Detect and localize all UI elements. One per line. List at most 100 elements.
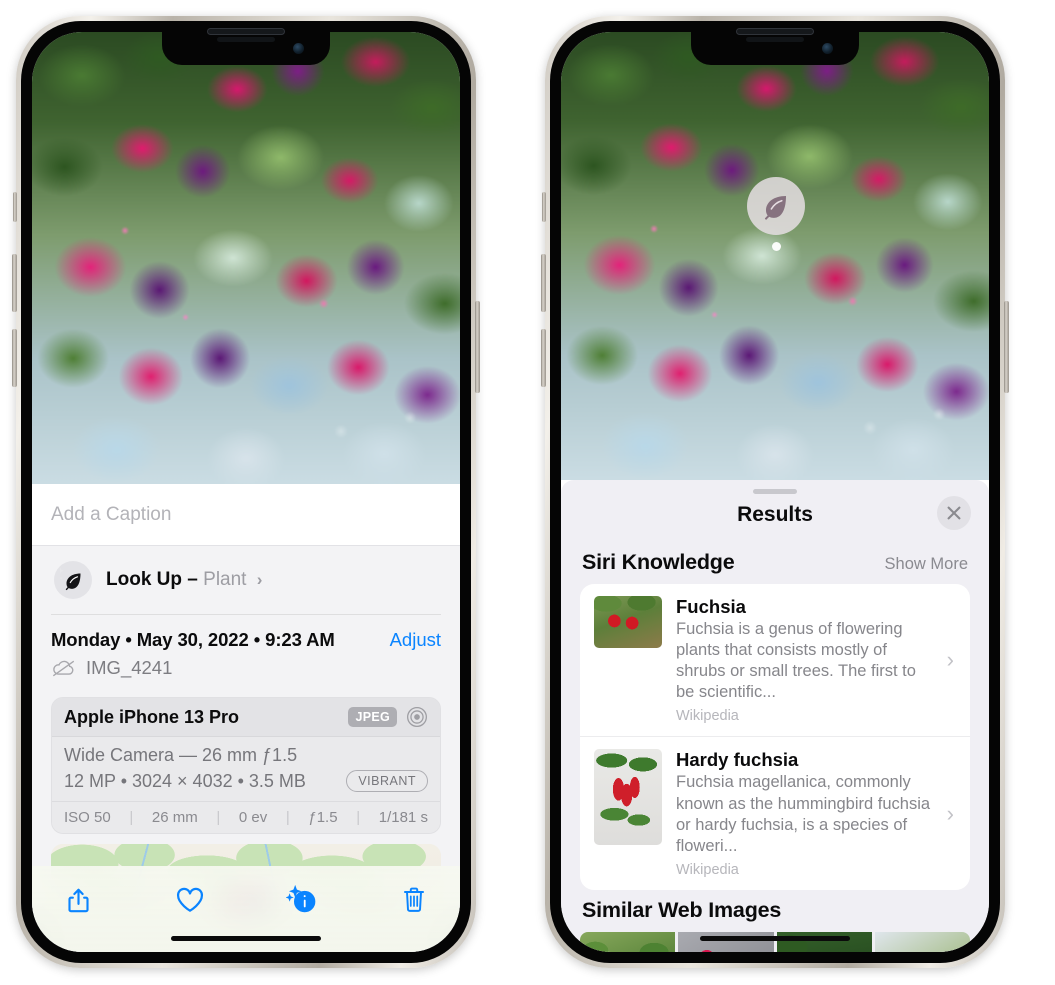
look-up-label: Look Up – Plant › [106,569,262,591]
knowledge-description: Fuchsia is a genus of flowering plants t… [676,620,916,702]
info-button[interactable] [280,880,324,920]
chevron-right-icon: › [946,647,954,673]
caption-input[interactable]: Add a Caption [51,504,171,526]
photo-info-sheet: Add a Caption Look Up – Plant › Monday •… [32,484,460,952]
knowledge-source: Wikipedia [676,861,739,878]
leaf-badge [54,561,92,599]
volume-down-button[interactable] [12,329,17,387]
volume-up-button[interactable] [12,254,17,312]
notch [691,32,859,65]
notch [162,32,330,65]
close-icon [947,506,961,520]
fuchsia-photo [32,32,460,484]
exif-ev: 0 ev [238,809,268,826]
share-icon [67,888,89,912]
home-indicator[interactable] [700,936,850,941]
chevron-right-icon: › [256,570,263,589]
similar-web-images-header: Similar Web Images [561,890,989,932]
knowledge-row[interactable]: Hardy fuchsia Fuchsia magellanica, commo… [580,736,970,889]
fuchsia-photo [561,32,989,480]
volume-down-button[interactable] [541,329,546,387]
trash-icon [403,887,425,912]
look-up-row[interactable]: Look Up – Plant › [32,546,460,614]
look-up-title: Look Up [106,569,182,590]
cloud-slash-icon [53,660,74,676]
results-sheet: Results Siri Knowledge Show More Fuchsia… [561,480,989,952]
power-button[interactable] [1004,301,1009,393]
iphone-left: Add a Caption Look Up – Plant › Monday •… [12,16,480,968]
info-sparkle-icon [286,885,316,913]
file-name: IMG_4241 [86,657,173,678]
silent-switch[interactable] [542,192,546,222]
knowledge-thumbnail [594,596,662,648]
silent-switch[interactable] [13,192,17,222]
phone-bezel-left: Add a Caption Look Up – Plant › Monday •… [21,21,471,963]
power-button[interactable] [475,301,480,393]
volume-up-button[interactable] [541,254,546,312]
phone-bezel-right: Results Siri Knowledge Show More Fuchsia… [550,21,1000,963]
visual-lookup-dot [772,242,781,251]
device-name: Apple iPhone 13 Pro [64,706,240,727]
knowledge-title: Fuchsia [676,596,746,617]
look-up-subject: Plant [203,569,247,590]
exif-iso: ISO 50 [64,809,111,826]
delete-button[interactable] [392,880,436,920]
web-image-thumbnail[interactable] [678,931,774,952]
leaf-icon [765,196,786,220]
speaker-grille-icon [217,37,275,42]
results-header: Results [561,494,989,542]
caption-field-row[interactable]: Add a Caption [32,484,460,546]
front-camera-icon [822,43,833,54]
show-more-button[interactable]: Show More [885,555,968,574]
web-image-thumbnail[interactable] [874,931,970,952]
knowledge-row[interactable]: Fuchsia Fuchsia is a genus of flowering … [580,584,970,736]
home-indicator[interactable] [171,936,321,941]
share-button[interactable] [56,880,100,920]
exif-separator: | [285,809,290,826]
knowledge-title: Hardy fuchsia [676,749,799,771]
aperture-icon [407,707,427,727]
screen-right: Results Siri Knowledge Show More Fuchsia… [561,32,989,952]
adjust-button[interactable]: Adjust [390,629,441,651]
photo-viewer[interactable] [561,32,989,480]
exif-row: ISO 50 | 26 mm | 0 ev | ƒ1.5 | 1/181 s [52,801,440,833]
favorite-button[interactable] [168,880,212,920]
screen-left: Add a Caption Look Up – Plant › Monday •… [32,32,460,952]
photographic-style-badge: VIBRANT [346,770,428,792]
knowledge-thumbnail [594,749,662,846]
section-title: Similar Web Images [582,897,782,922]
iphone-right: Results Siri Knowledge Show More Fuchsia… [541,16,1009,968]
close-button[interactable] [937,496,971,530]
heart-icon [176,887,204,912]
web-image-thumbnail[interactable] [776,931,872,952]
photo-metadata: Monday • May 30, 2022 • 9:23 AM Adjust I… [32,615,460,689]
lens-info: Wide Camera — 26 mm ƒ1.5 [64,745,298,765]
camera-card-body: Wide Camera — 26 mm ƒ1.5 12 MP • 3024 × … [52,737,440,801]
exif-aperture: ƒ1.5 [308,809,338,826]
earpiece-speaker [207,28,285,35]
camera-info-card[interactable]: Apple iPhone 13 Pro JPEG Wide Camera — 2… [51,697,441,834]
leaf-icon [65,573,80,590]
exif-separator: | [129,809,134,826]
camera-card-header: Apple iPhone 13 Pro JPEG [52,698,440,737]
knowledge-description: Fuchsia magellanica, commonly known as t… [676,773,931,855]
chevron-right-icon: › [946,800,954,826]
exif-shutter: 1/181 s [378,809,428,826]
look-up-dash: – [187,569,198,590]
visual-lookup-badge[interactable] [747,177,805,235]
siri-knowledge-header: Siri Knowledge Show More [561,542,989,584]
exif-focal: 26 mm [151,809,198,826]
speaker-grille-icon [746,37,804,42]
web-image-thumbnail[interactable] [580,931,676,952]
similar-web-images-strip[interactable] [580,931,970,952]
image-specs: 12 MP • 3024 × 4032 • 3.5 MB [64,770,306,791]
screenshot-stage: Add a Caption Look Up – Plant › Monday •… [0,0,1055,985]
exif-separator: | [356,809,361,826]
exif-separator: | [216,809,221,826]
capture-date: Monday • May 30, 2022 • 9:23 AM [51,629,335,650]
earpiece-speaker [736,28,814,35]
page-title: Results [737,503,813,526]
siri-knowledge-card: Fuchsia Fuchsia is a genus of flowering … [580,584,970,890]
knowledge-source: Wikipedia [676,708,739,725]
photo-viewer[interactable] [32,32,460,484]
